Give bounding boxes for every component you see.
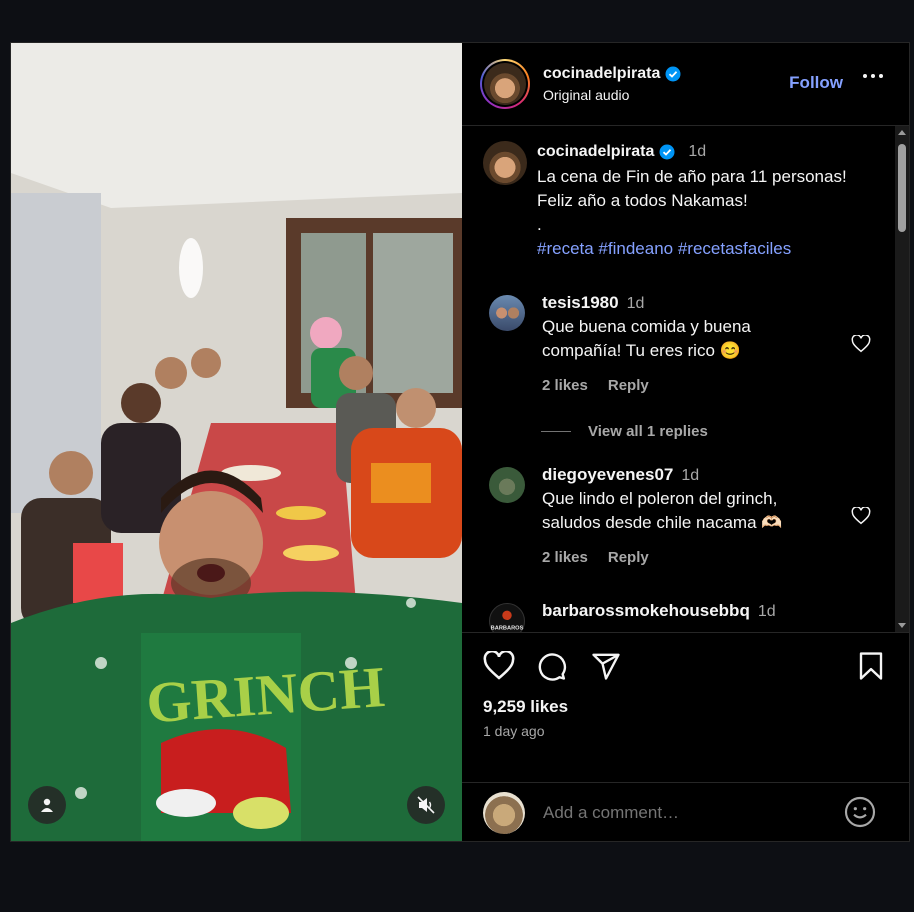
post-modal: GRINCH cocinadelpirata Original audio Fo… (10, 42, 910, 842)
comment-item: diegoyevenes07 1d Que lindo el poleron d… (489, 465, 869, 566)
post-video[interactable]: GRINCH (11, 43, 462, 841)
comment-likes[interactable]: 2 likes (542, 549, 588, 566)
follow-button[interactable]: Follow (789, 73, 843, 93)
caption-time: 1d (688, 143, 707, 160)
comment-likes[interactable]: 2 likes (542, 377, 588, 394)
post-caption: cocinadelpirata 1d La cena de Fin de año… (483, 141, 883, 261)
audio-label[interactable]: Original audio (543, 87, 681, 103)
post-date: 1 day ago (483, 723, 545, 739)
emoji-icon[interactable] (844, 796, 876, 828)
caption-line: La cena de Fin de año para 11 personas! (537, 167, 847, 186)
post-header: cocinadelpirata Original audio Follow (462, 43, 909, 126)
comment-username[interactable]: tesis1980 (542, 293, 619, 313)
barbaros-logo: BARBAROS (491, 610, 524, 632)
comment-text: Que buena comida y buena (542, 317, 751, 336)
comments-scrollbar[interactable] (895, 126, 909, 632)
post-side-panel: cocinadelpirata Original audio Follow co… (462, 43, 909, 841)
heart-icon[interactable] (483, 651, 515, 681)
user-tag-icon[interactable] (28, 786, 66, 824)
reply-button[interactable]: Reply (608, 549, 649, 566)
heart-icon[interactable] (851, 507, 871, 525)
caption-line: Feliz año a todos Nakamas! (537, 191, 748, 210)
svg-text:BARBAROS: BARBAROS (491, 626, 524, 632)
comment-text: compañía! Tu eres rico 😊 (542, 341, 741, 360)
author-avatar[interactable] (480, 59, 530, 109)
likes-count[interactable]: 9,259 likes (483, 697, 568, 717)
comment-time: 1d (626, 295, 645, 312)
caption-username[interactable]: cocinadelpirata (537, 143, 654, 161)
comment-item: BARBAROS barbarossmokehousebbq 1d (489, 601, 869, 632)
caption-avatar[interactable] (483, 141, 527, 185)
heart-icon[interactable] (851, 335, 871, 353)
view-replies-button[interactable]: View all 1 replies (541, 423, 708, 440)
current-user-avatar (483, 792, 525, 834)
view-replies-label[interactable]: View all 1 replies (588, 423, 708, 440)
comment-input[interactable] (543, 803, 813, 823)
comment-time: 1d (757, 603, 776, 620)
muted-speaker-icon[interactable] (407, 786, 445, 824)
bookmark-icon[interactable] (856, 651, 886, 681)
video-frame: GRINCH (11, 43, 462, 841)
comment-composer (462, 782, 909, 841)
comment-text: saludos desde chile nacama 🫶🏻 (542, 513, 783, 532)
commenter-avatar[interactable] (489, 295, 525, 331)
caption-line: . (537, 215, 542, 234)
comments-list: cocinadelpirata 1d La cena de Fin de año… (462, 126, 909, 632)
post-actions: 9,259 likes 1 day ago (462, 632, 909, 782)
reply-button[interactable]: Reply (608, 377, 649, 394)
comment-username[interactable]: barbarossmokehousebbq (542, 601, 750, 621)
share-icon[interactable] (590, 651, 622, 681)
author-username[interactable]: cocinadelpirata (543, 65, 660, 83)
verified-badge-icon (665, 66, 681, 82)
comment-item: tesis1980 1d Que buena comida y buena co… (489, 293, 869, 394)
comment-icon[interactable] (536, 651, 568, 681)
verified-badge-icon (659, 144, 675, 160)
comment-username[interactable]: diegoyevenes07 (542, 465, 673, 485)
commenter-avatar[interactable]: BARBAROS (489, 603, 525, 632)
comment-text: Que lindo el poleron del grinch, (542, 489, 778, 508)
commenter-avatar[interactable] (489, 467, 525, 503)
comment-time: 1d (681, 467, 700, 484)
more-options-icon[interactable] (863, 74, 883, 78)
caption-hashtags[interactable]: #receta #findeano #recetasfaciles (537, 237, 847, 261)
